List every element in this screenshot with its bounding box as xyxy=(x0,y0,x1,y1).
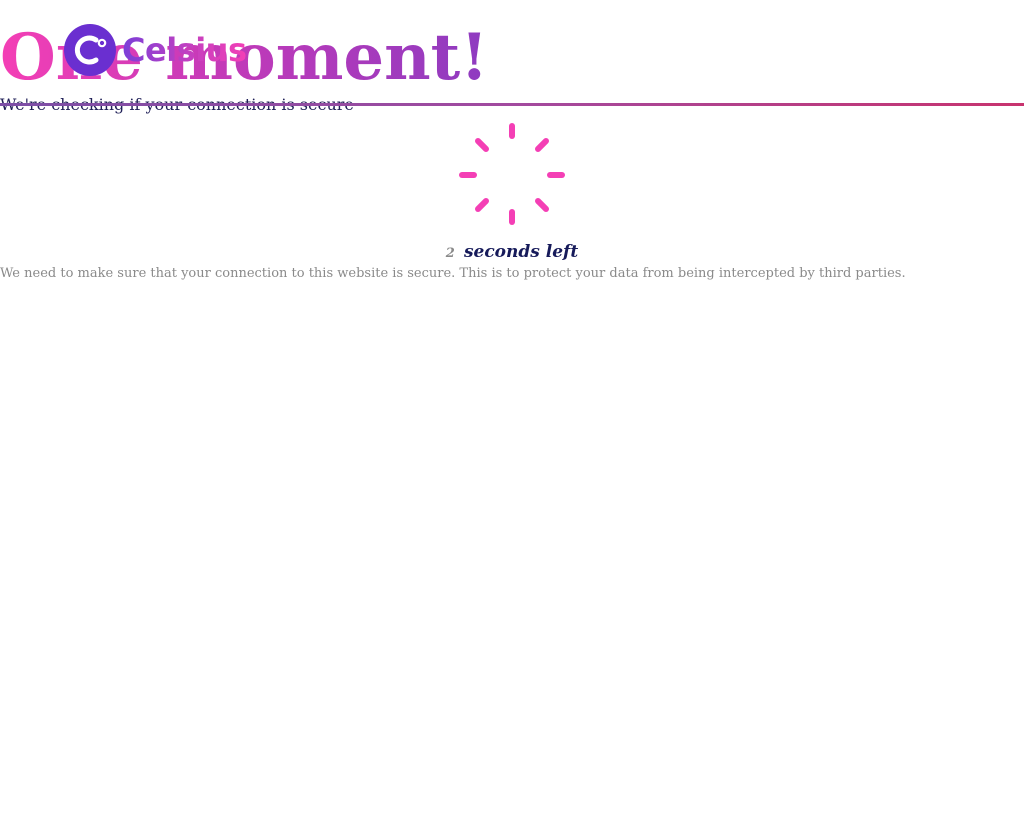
celsius-logo-icon xyxy=(64,24,116,76)
countdown-seconds: 2 xyxy=(445,246,455,261)
logo-wordmark: Celsius xyxy=(122,31,247,69)
header-divider xyxy=(0,103,1024,106)
countdown: 2 seconds left xyxy=(0,242,1024,262)
loading-spinner-icon xyxy=(459,123,565,225)
countdown-label: seconds left xyxy=(463,242,579,262)
security-description: We need to make sure that your connectio… xyxy=(0,266,906,281)
celsius-logo: Celsius xyxy=(64,24,247,76)
